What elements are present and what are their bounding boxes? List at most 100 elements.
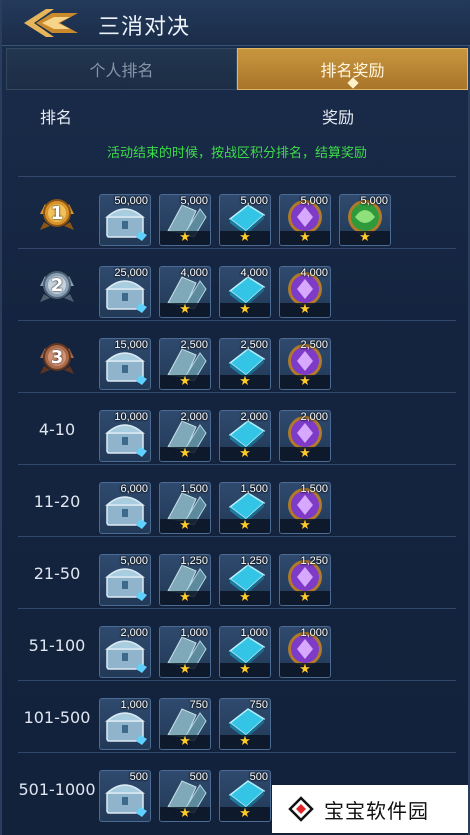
- tab-bar: 个人排名 排名奖励: [6, 48, 468, 90]
- tab-label: 个人排名: [89, 61, 154, 80]
- star-icon: ★: [280, 591, 330, 605]
- reward-column-header: 奖励: [322, 108, 355, 127]
- reward-row: 4-10 10,000 2,000 ★ 2,000 ★ 2,000 ★: [18, 392, 456, 464]
- star-icon: ★: [280, 519, 330, 533]
- reward-item-shard[interactable]: 5,000 ★: [159, 194, 211, 246]
- reward-item-purple-orb[interactable]: 5,000 ★: [279, 194, 331, 246]
- reward-row: 51-100 2,000 1,000 ★ 1,000 ★ 1,000 ★: [18, 608, 456, 680]
- reward-item-purple-orb[interactable]: 1,250 ★: [279, 554, 331, 606]
- star-icon: ★: [220, 447, 270, 461]
- rank-label: 21-50: [33, 563, 81, 583]
- reward-item-shard[interactable]: 500 ★: [159, 770, 211, 822]
- reward-row: 3 15,000 2,500 ★ 2,500 ★ 2,500 ★: [18, 320, 456, 392]
- reward-row: 21-50 5,000 1,250 ★ 1,250 ★ 1,250 ★: [18, 536, 456, 608]
- medal-number: 1: [50, 202, 64, 224]
- reward-item-shard[interactable]: 2,000 ★: [159, 410, 211, 462]
- reward-count: 2,000: [300, 411, 328, 423]
- rank-cell: 1: [18, 177, 96, 249]
- reward-item-shard[interactable]: 2,500 ★: [159, 338, 211, 390]
- page-title: 三消对决: [98, 15, 191, 40]
- star-icon: ★: [160, 375, 210, 389]
- reward-count: 4,000: [180, 267, 208, 279]
- reward-item-chest[interactable]: 500: [99, 770, 151, 822]
- reward-count: 1,500: [180, 483, 208, 495]
- rank-cell: 501-1000: [18, 753, 96, 825]
- reward-count: 2,000: [180, 411, 208, 423]
- medal-number: 3: [50, 346, 64, 368]
- reward-item-purple-orb[interactable]: 2,500 ★: [279, 338, 331, 390]
- rank-cell: 21-50: [18, 537, 96, 609]
- reward-count: 50,000: [114, 195, 148, 207]
- reward-item-chest[interactable]: 50,000: [99, 194, 151, 246]
- reward-item-blue-gem[interactable]: 1,000 ★: [219, 626, 271, 678]
- watermark-text: 宝宝软件园: [324, 798, 429, 823]
- star-icon: ★: [220, 591, 270, 605]
- reward-item-green-orb[interactable]: 5,000 ★: [339, 194, 391, 246]
- reward-count: 15,000: [114, 339, 148, 351]
- reward-item-shard[interactable]: 750 ★: [159, 698, 211, 750]
- reward-item-shard[interactable]: 1,250 ★: [159, 554, 211, 606]
- reward-item-blue-gem[interactable]: 4,000 ★: [219, 266, 271, 318]
- rank-gold-medal-icon: 1: [36, 192, 78, 234]
- reward-item-blue-gem[interactable]: 1,250 ★: [219, 554, 271, 606]
- reward-count: 1,250: [240, 555, 268, 567]
- reward-item-purple-orb[interactable]: 1,000 ★: [279, 626, 331, 678]
- reward-item-chest[interactable]: 5,000: [99, 554, 151, 606]
- star-icon: ★: [160, 663, 210, 677]
- title-bar: 三消对决: [2, 0, 470, 46]
- reward-row: 101-500 1,000 750 ★ 750 ★: [18, 680, 456, 752]
- reward-count: 1,250: [180, 555, 208, 567]
- star-icon: ★: [220, 375, 270, 389]
- reward-item-chest[interactable]: 6,000: [99, 482, 151, 534]
- reward-count: 2,500: [180, 339, 208, 351]
- rank-cell: 51-100: [18, 609, 96, 681]
- reward-count: 2,500: [240, 339, 268, 351]
- reward-count: 1,000: [240, 627, 268, 639]
- reward-item-shard[interactable]: 1,500 ★: [159, 482, 211, 534]
- tab-ranking-rewards[interactable]: 排名奖励: [237, 48, 468, 90]
- reward-item-purple-orb[interactable]: 2,000 ★: [279, 410, 331, 462]
- reward-item-purple-orb[interactable]: 1,500 ★: [279, 482, 331, 534]
- star-icon: ★: [220, 303, 270, 317]
- reward-count: 500: [249, 771, 268, 783]
- rank-label: 101-500: [23, 707, 91, 727]
- reward-item-chest[interactable]: 1,000: [99, 698, 151, 750]
- watermark: 宝宝软件园: [272, 785, 468, 833]
- rank-column-header: 排名: [40, 108, 73, 127]
- rank-label: 501-1000: [18, 779, 96, 799]
- star-icon: ★: [280, 663, 330, 677]
- reward-item-shard[interactable]: 1,000 ★: [159, 626, 211, 678]
- rank-label: 51-100: [28, 635, 86, 655]
- reward-item-chest[interactable]: 15,000: [99, 338, 151, 390]
- reward-item-chest[interactable]: 10,000: [99, 410, 151, 462]
- reward-count: 2,000: [120, 627, 148, 639]
- star-icon: ★: [220, 735, 270, 749]
- reward-count: 1,000: [180, 627, 208, 639]
- reward-item-blue-gem[interactable]: 2,000 ★: [219, 410, 271, 462]
- reward-row: 2 25,000 4,000 ★ 4,000 ★ 4,000 ★: [18, 248, 456, 320]
- star-icon: ★: [220, 231, 270, 245]
- reward-count: 1,500: [240, 483, 268, 495]
- reward-count: 500: [129, 771, 148, 783]
- reward-item-blue-gem[interactable]: 500 ★: [219, 770, 271, 822]
- reward-item-blue-gem[interactable]: 2,500 ★: [219, 338, 271, 390]
- reward-item-blue-gem[interactable]: 1,500 ★: [219, 482, 271, 534]
- reward-item-blue-gem[interactable]: 750 ★: [219, 698, 271, 750]
- rank-cell: 4-10: [18, 393, 96, 465]
- back-arrow-icon[interactable]: [20, 6, 82, 40]
- reward-item-blue-gem[interactable]: 5,000 ★: [219, 194, 271, 246]
- reward-item-chest[interactable]: 25,000: [99, 266, 151, 318]
- notice-text: 活动结束的时候，按战区积分排名，结算奖励: [106, 146, 367, 161]
- star-icon: ★: [160, 591, 210, 605]
- reward-item-chest[interactable]: 2,000: [99, 626, 151, 678]
- reward-count: 1,000: [300, 627, 328, 639]
- tab-personal-ranking[interactable]: 个人排名: [6, 48, 237, 90]
- reward-count: 5,000: [120, 555, 148, 567]
- reward-item-shard[interactable]: 4,000 ★: [159, 266, 211, 318]
- reward-item-purple-orb[interactable]: 4,000 ★: [279, 266, 331, 318]
- star-icon: ★: [160, 519, 210, 533]
- reward-count: 6,000: [120, 483, 148, 495]
- star-icon: ★: [160, 303, 210, 317]
- watermark-logo-icon: [288, 796, 314, 822]
- rank-label: 11-20: [33, 491, 81, 511]
